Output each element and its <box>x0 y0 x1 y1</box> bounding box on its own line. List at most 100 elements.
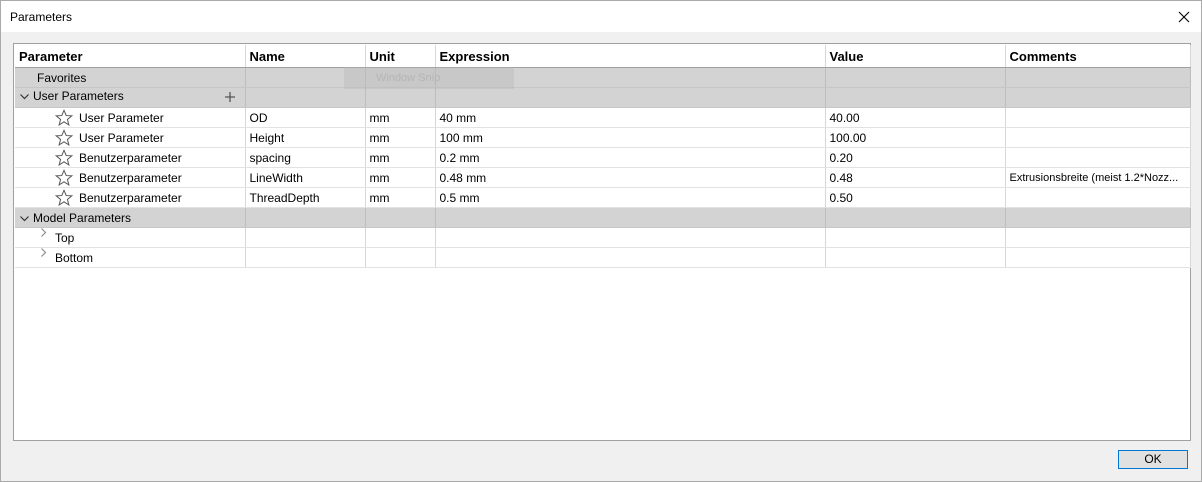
header-row: Parameter Name Unit Expression Value Com… <box>15 45 1191 68</box>
name-cell[interactable]: ThreadDepth <box>245 187 366 208</box>
group-cell <box>245 87 366 108</box>
value-cell: 100.00 <box>825 127 1006 148</box>
column-header-parameter[interactable]: Parameter <box>15 45 246 68</box>
ok-button[interactable]: OK <box>1118 450 1188 469</box>
empty-cell <box>365 247 436 268</box>
title-bar: Parameters <box>1 1 1201 32</box>
table-row[interactable]: Benutzerparameter ThreadDepth mm 0.5 mm … <box>15 187 1191 208</box>
chevron-down-icon[interactable] <box>15 214 33 225</box>
star-outline-icon[interactable] <box>55 189 73 207</box>
group-cell <box>365 207 436 228</box>
group-header-user-parameters: User Parameters <box>15 87 246 108</box>
parameter-type-cell: User Parameter <box>15 107 246 128</box>
group-label-user-parameters: User Parameters <box>33 89 124 103</box>
group-cell <box>1005 67 1191 88</box>
column-header-name[interactable]: Name <box>245 45 366 68</box>
group-row-user-parameters[interactable]: User Parameters <box>15 87 1191 108</box>
table-row[interactable]: User Parameter Height mm 100 mm 100.00 <box>15 127 1191 148</box>
tree-item-top[interactable]: Top <box>15 227 246 248</box>
comment-cell[interactable] <box>1005 187 1191 208</box>
name-cell[interactable]: LineWidth <box>245 167 366 188</box>
empty-cell <box>825 227 1006 248</box>
parameters-table: Parameter Name Unit Expression Value Com… <box>15 45 1191 268</box>
expression-cell[interactable]: 0.2 mm <box>435 147 826 168</box>
column-header-expression[interactable]: Expression <box>435 45 826 68</box>
close-icon <box>1178 11 1190 22</box>
parameter-type-cell: Benutzerparameter <box>15 187 246 208</box>
comment-cell[interactable] <box>1005 147 1191 168</box>
column-header-comments[interactable]: Comments <box>1005 45 1191 68</box>
dialog-title: Parameters <box>10 10 73 24</box>
empty-cell <box>435 247 826 268</box>
star-outline-icon[interactable] <box>55 169 73 187</box>
table-row[interactable]: Benutzerparameter spacing mm 0.2 mm 0.20 <box>15 147 1191 168</box>
chevron-right-icon[interactable] <box>35 248 53 260</box>
expression-cell[interactable]: 100 mm <box>435 127 826 148</box>
star-outline-icon[interactable] <box>55 129 73 147</box>
chevron-down-icon[interactable] <box>15 92 33 103</box>
unit-cell[interactable]: mm <box>365 127 436 148</box>
unit-cell[interactable]: mm <box>365 167 436 188</box>
empty-cell <box>1005 247 1191 268</box>
group-cell <box>825 67 1006 88</box>
parameters-dialog: Parameters Parameter Name Unit Expressio… <box>0 0 1202 482</box>
empty-cell <box>435 227 826 248</box>
group-cell <box>245 207 366 228</box>
name-cell[interactable]: spacing <box>245 147 366 168</box>
parameter-type-cell: User Parameter <box>15 127 246 148</box>
table-row[interactable]: User Parameter OD mm 40 mm 40.00 <box>15 107 1191 128</box>
expression-cell[interactable]: 0.48 mm <box>435 167 826 188</box>
group-label-model-parameters: Model Parameters <box>33 210 132 225</box>
unit-cell[interactable]: mm <box>365 187 436 208</box>
empty-cell <box>365 227 436 248</box>
group-cell <box>365 67 436 88</box>
group-cell <box>825 207 1006 228</box>
column-header-unit[interactable]: Unit <box>365 45 436 68</box>
star-outline-icon[interactable] <box>55 149 73 167</box>
chevron-right-icon[interactable] <box>35 228 53 240</box>
value-cell: 40.00 <box>825 107 1006 128</box>
expression-cell[interactable]: 0.5 mm <box>435 187 826 208</box>
group-cell <box>1005 87 1191 108</box>
add-parameter-button[interactable] <box>224 89 235 106</box>
group-cell <box>435 87 826 108</box>
empty-cell <box>825 247 1006 268</box>
parameter-type-cell: Benutzerparameter <box>15 167 246 188</box>
value-cell: 0.50 <box>825 187 1006 208</box>
empty-cell <box>1005 227 1191 248</box>
name-cell[interactable]: OD <box>245 107 366 128</box>
parameters-grid: Parameter Name Unit Expression Value Com… <box>13 43 1191 441</box>
table-row[interactable]: Benutzerparameter LineWidth mm 0.48 mm 0… <box>15 167 1191 188</box>
star-outline-icon[interactable] <box>55 109 73 127</box>
empty-cell <box>245 227 366 248</box>
group-cell <box>245 67 366 88</box>
group-header-model-parameters: Model Parameters <box>15 207 246 228</box>
tree-item-bottom[interactable]: Bottom <box>15 247 246 268</box>
unit-cell[interactable]: mm <box>365 147 436 168</box>
group-row-model-parameters[interactable]: Model Parameters <box>15 207 1191 228</box>
name-cell[interactable]: Height <box>245 127 366 148</box>
group-cell <box>825 87 1006 108</box>
unit-cell[interactable]: mm <box>365 107 436 128</box>
parameter-type: Benutzerparameter <box>79 190 182 205</box>
empty-cell <box>245 247 366 268</box>
group-cell <box>1005 207 1191 228</box>
group-label-favorites: Favorites <box>15 67 246 88</box>
value-cell: 0.20 <box>825 147 1006 168</box>
parameter-type: Benutzerparameter <box>79 150 182 165</box>
group-cell <box>435 207 826 228</box>
comment-cell[interactable] <box>1005 107 1191 128</box>
plus-icon <box>224 92 235 102</box>
expression-cell[interactable]: 40 mm <box>435 107 826 128</box>
comment-cell[interactable]: Extrusionsbreite (meist 1.2*Nozz... <box>1005 167 1191 188</box>
tree-row-bottom[interactable]: Bottom <box>15 247 1191 268</box>
value-cell: 0.48 <box>825 167 1006 188</box>
tree-row-top[interactable]: Top <box>15 227 1191 248</box>
parameter-type-cell: Benutzerparameter <box>15 147 246 168</box>
group-cell <box>365 87 436 108</box>
group-row-favorites[interactable]: Favorites <box>15 67 1191 88</box>
close-button[interactable] <box>1167 1 1201 32</box>
group-cell <box>435 67 826 88</box>
column-header-value[interactable]: Value <box>825 45 1006 68</box>
comment-cell[interactable] <box>1005 127 1191 148</box>
